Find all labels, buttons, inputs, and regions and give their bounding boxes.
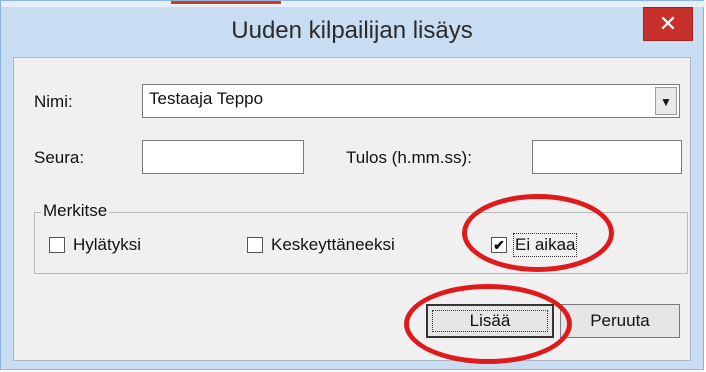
result-input[interactable] (532, 140, 682, 174)
checkmark-icon: ✔ (493, 237, 505, 253)
close-icon: ✕ (658, 11, 678, 36)
dnf-checkbox[interactable]: Keskeyttäneeksi (247, 235, 395, 255)
add-button-label: Lisää (428, 306, 552, 336)
checkbox-label: Keskeyttäneeksi (271, 235, 395, 254)
dialog-client-area: Nimi: Testaaja Teppo ▼ Seura: Tulos (h.m… (13, 57, 691, 361)
result-label: Tulos (h.mm.ss): (346, 148, 472, 167)
top-accent (171, 1, 281, 4)
club-label: Seura: (34, 148, 85, 167)
checkbox-label: Hylätyksi (73, 235, 142, 254)
checkbox-box[interactable] (49, 237, 65, 253)
no-time-checkbox[interactable]: ✔ Ei aikaa (491, 233, 578, 257)
mark-group-legend: Merkitse (41, 201, 110, 221)
checkbox-box-checked[interactable]: ✔ (491, 237, 507, 253)
dialog-window: Uuden kilpailijan lisäys ✕ Nimi: Testaaj… (0, 0, 705, 370)
close-button[interactable]: ✕ (643, 7, 693, 41)
window-title: Uuden kilpailijan lisäys (231, 17, 473, 44)
disqualified-checkbox[interactable]: Hylätyksi (49, 235, 141, 255)
dropdown-button[interactable]: ▼ (655, 87, 677, 115)
checkbox-box[interactable] (247, 237, 263, 253)
club-input[interactable] (142, 140, 304, 174)
name-combobox[interactable]: Testaaja Teppo ▼ (142, 84, 680, 118)
chevron-down-icon: ▼ (660, 95, 672, 109)
checkbox-label: Ei aikaa (512, 233, 578, 257)
cancel-button[interactable]: Peruuta (560, 304, 680, 338)
name-label: Nimi: (34, 92, 73, 111)
add-button[interactable]: Lisää (426, 304, 554, 338)
name-value: Testaaja Teppo (149, 89, 264, 108)
mark-groupbox: Merkitse Hylätyksi Keskeyttäneeksi ✔ Ei … (34, 201, 688, 274)
title-bar[interactable]: Uuden kilpailijan lisäys ✕ (1, 7, 703, 57)
